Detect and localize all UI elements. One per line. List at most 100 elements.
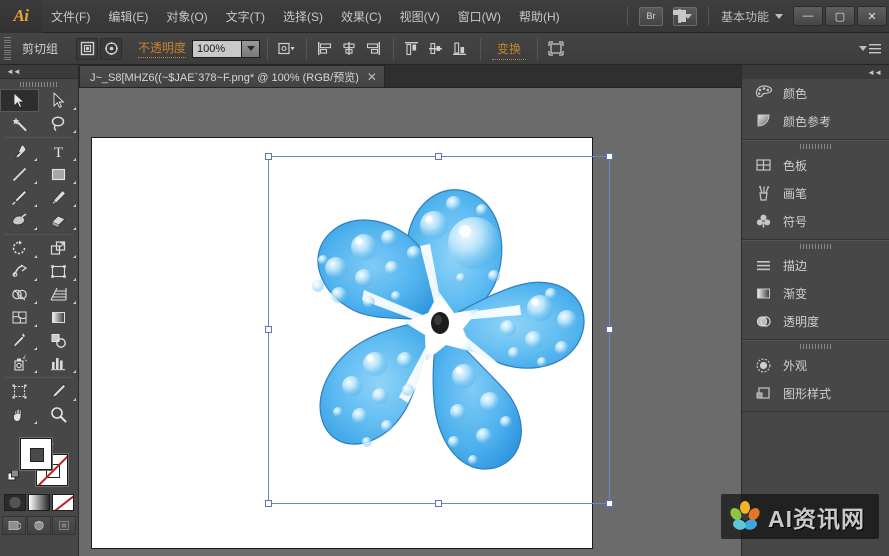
dock-item-swatches[interactable]: 色板 <box>742 151 889 179</box>
edit-clipping-path-icon[interactable] <box>100 38 122 60</box>
perspective-grid-tool[interactable] <box>39 283 78 306</box>
menu-select[interactable]: 选择(S) <box>274 0 332 33</box>
none-mode-icon[interactable] <box>52 494 74 511</box>
dock-item-color-guide[interactable]: 颜色参考 <box>742 107 889 135</box>
canvas-area[interactable] <box>79 88 741 556</box>
dock-item-appearance[interactable]: 外观 <box>742 351 889 379</box>
pencil-tool[interactable] <box>39 186 78 209</box>
color-mode-icon[interactable] <box>4 494 26 511</box>
recolor-artwork-icon[interactable] <box>545 38 567 60</box>
tools-grid-selection <box>0 89 78 135</box>
dock-item-stroke[interactable]: 描边 <box>742 251 889 279</box>
dock-group-grip[interactable] <box>742 340 889 351</box>
paintbrush-tool[interactable] <box>0 186 39 209</box>
line-segment-tool[interactable] <box>0 163 39 186</box>
dock-item-symbols[interactable]: 符号 <box>742 207 889 235</box>
default-fill-stroke-icon[interactable] <box>8 470 19 481</box>
full-screen-menu-mode-icon[interactable] <box>27 516 51 535</box>
artboard-tool[interactable] <box>0 380 39 403</box>
panel-menu-icon[interactable] <box>859 43 881 55</box>
gradient-mode-icon[interactable] <box>28 494 50 511</box>
gradient-tool[interactable] <box>39 306 78 329</box>
eyedropper-tool[interactable] <box>0 329 39 352</box>
expand-panels-icon[interactable]: ◄◄ <box>867 68 881 77</box>
maximize-button[interactable]: ▢ <box>825 6 855 26</box>
close-icon[interactable]: ✕ <box>367 71 377 83</box>
dock-item-brushes[interactable]: 画笔 <box>742 179 889 207</box>
align-bottom-icon[interactable] <box>449 38 471 60</box>
menu-edit[interactable]: 编辑(E) <box>99 0 157 33</box>
dock-item-graphic-styles[interactable]: 图形样式 <box>742 379 889 407</box>
eraser-tool[interactable] <box>39 209 78 232</box>
graphic-styles-icon <box>754 384 773 403</box>
opacity-label[interactable]: 不透明度 <box>138 39 186 58</box>
align-middle-vertical-icon[interactable] <box>425 38 447 60</box>
fill-swatch[interactable] <box>20 438 52 470</box>
pen-tool[interactable] <box>0 140 39 163</box>
bridge-icon[interactable]: Br <box>639 7 663 26</box>
brushes-icon <box>754 184 773 203</box>
align-left-icon[interactable] <box>314 38 336 60</box>
document-tab[interactable]: J~_S8[MHZ6((~$JAE`378~F.png* @ 100% (RGB… <box>79 65 385 87</box>
workspace-switcher[interactable]: 基本功能 <box>715 8 775 25</box>
color-mode-buttons <box>0 494 78 511</box>
menu-object[interactable]: 对象(O) <box>157 0 216 33</box>
dock-item-label: 描边 <box>783 257 807 274</box>
align-top-icon[interactable] <box>401 38 423 60</box>
menu-help[interactable]: 帮助(H) <box>510 0 569 33</box>
tools-panel-grip[interactable] <box>0 79 78 89</box>
shape-builder-tool[interactable] <box>0 283 39 306</box>
collapse-panel-icon[interactable]: ◄◄ <box>6 67 20 76</box>
dock-group-grip[interactable] <box>742 140 889 151</box>
lasso-tool[interactable] <box>39 112 78 135</box>
magic-wand-tool[interactable] <box>0 112 39 135</box>
opacity-input[interactable]: 100% <box>192 40 242 58</box>
align-center-horizontal-icon[interactable] <box>338 38 360 60</box>
artwork-blue-flower[interactable] <box>268 150 610 505</box>
direct-selection-tool[interactable] <box>39 89 78 112</box>
slice-tool[interactable] <box>39 380 78 403</box>
dock-item-label: 色板 <box>783 157 807 174</box>
tools-panel-header[interactable]: ◄◄ <box>0 65 78 79</box>
normal-screen-mode-icon[interactable] <box>2 516 26 535</box>
menu-type[interactable]: 文字(T) <box>217 0 274 33</box>
menu-window[interactable]: 窗口(W) <box>449 0 510 33</box>
mesh-tool[interactable] <box>0 306 39 329</box>
zoom-tool[interactable] <box>39 403 78 426</box>
symbol-sprayer-tool[interactable] <box>0 352 39 375</box>
menu-view[interactable]: 视图(V) <box>391 0 449 33</box>
dock-item-gradient[interactable]: 渐变 <box>742 279 889 307</box>
column-graph-tool[interactable] <box>39 352 78 375</box>
full-screen-mode-icon[interactable] <box>52 516 76 535</box>
controlbar-drag-grip[interactable] <box>4 38 12 60</box>
dock-item-transparency[interactable]: 透明度 <box>742 307 889 335</box>
free-transform-tool[interactable] <box>39 260 78 283</box>
menu-file[interactable]: 文件(F) <box>42 0 99 33</box>
isolate-selected-object-icon[interactable] <box>76 38 98 60</box>
chevron-down-icon[interactable] <box>775 14 783 19</box>
transform-button[interactable]: 变换 <box>492 38 526 60</box>
opacity-dropdown-button[interactable] <box>242 40 260 58</box>
chevron-down-icon <box>859 46 867 51</box>
selection-tool[interactable] <box>0 89 39 112</box>
blend-tool[interactable] <box>39 329 78 352</box>
menu-effect[interactable]: 效果(C) <box>332 0 391 33</box>
scale-tool[interactable] <box>39 237 78 260</box>
dock-item-color[interactable]: 颜色 <box>742 79 889 107</box>
dock-group-swatches: 色板 画笔 <box>742 140 889 240</box>
rotate-tool[interactable] <box>0 237 39 260</box>
type-tool[interactable]: T <box>39 140 78 163</box>
hand-tool[interactable] <box>0 403 39 426</box>
width-tool[interactable] <box>0 260 39 283</box>
close-button[interactable]: ✕ <box>857 6 887 26</box>
align-right-icon[interactable] <box>362 38 384 60</box>
dock-header[interactable]: ◄◄ <box>742 65 889 79</box>
rectangle-tool[interactable] <box>39 163 78 186</box>
minimize-button[interactable]: — <box>793 6 823 26</box>
divider <box>4 234 74 235</box>
window-controls: — ▢ ✕ <box>791 6 887 26</box>
arrange-documents-icon[interactable] <box>673 7 697 26</box>
blob-brush-tool[interactable] <box>0 209 39 232</box>
dock-group-grip[interactable] <box>742 240 889 251</box>
align-to-selection-icon[interactable] <box>275 38 297 60</box>
